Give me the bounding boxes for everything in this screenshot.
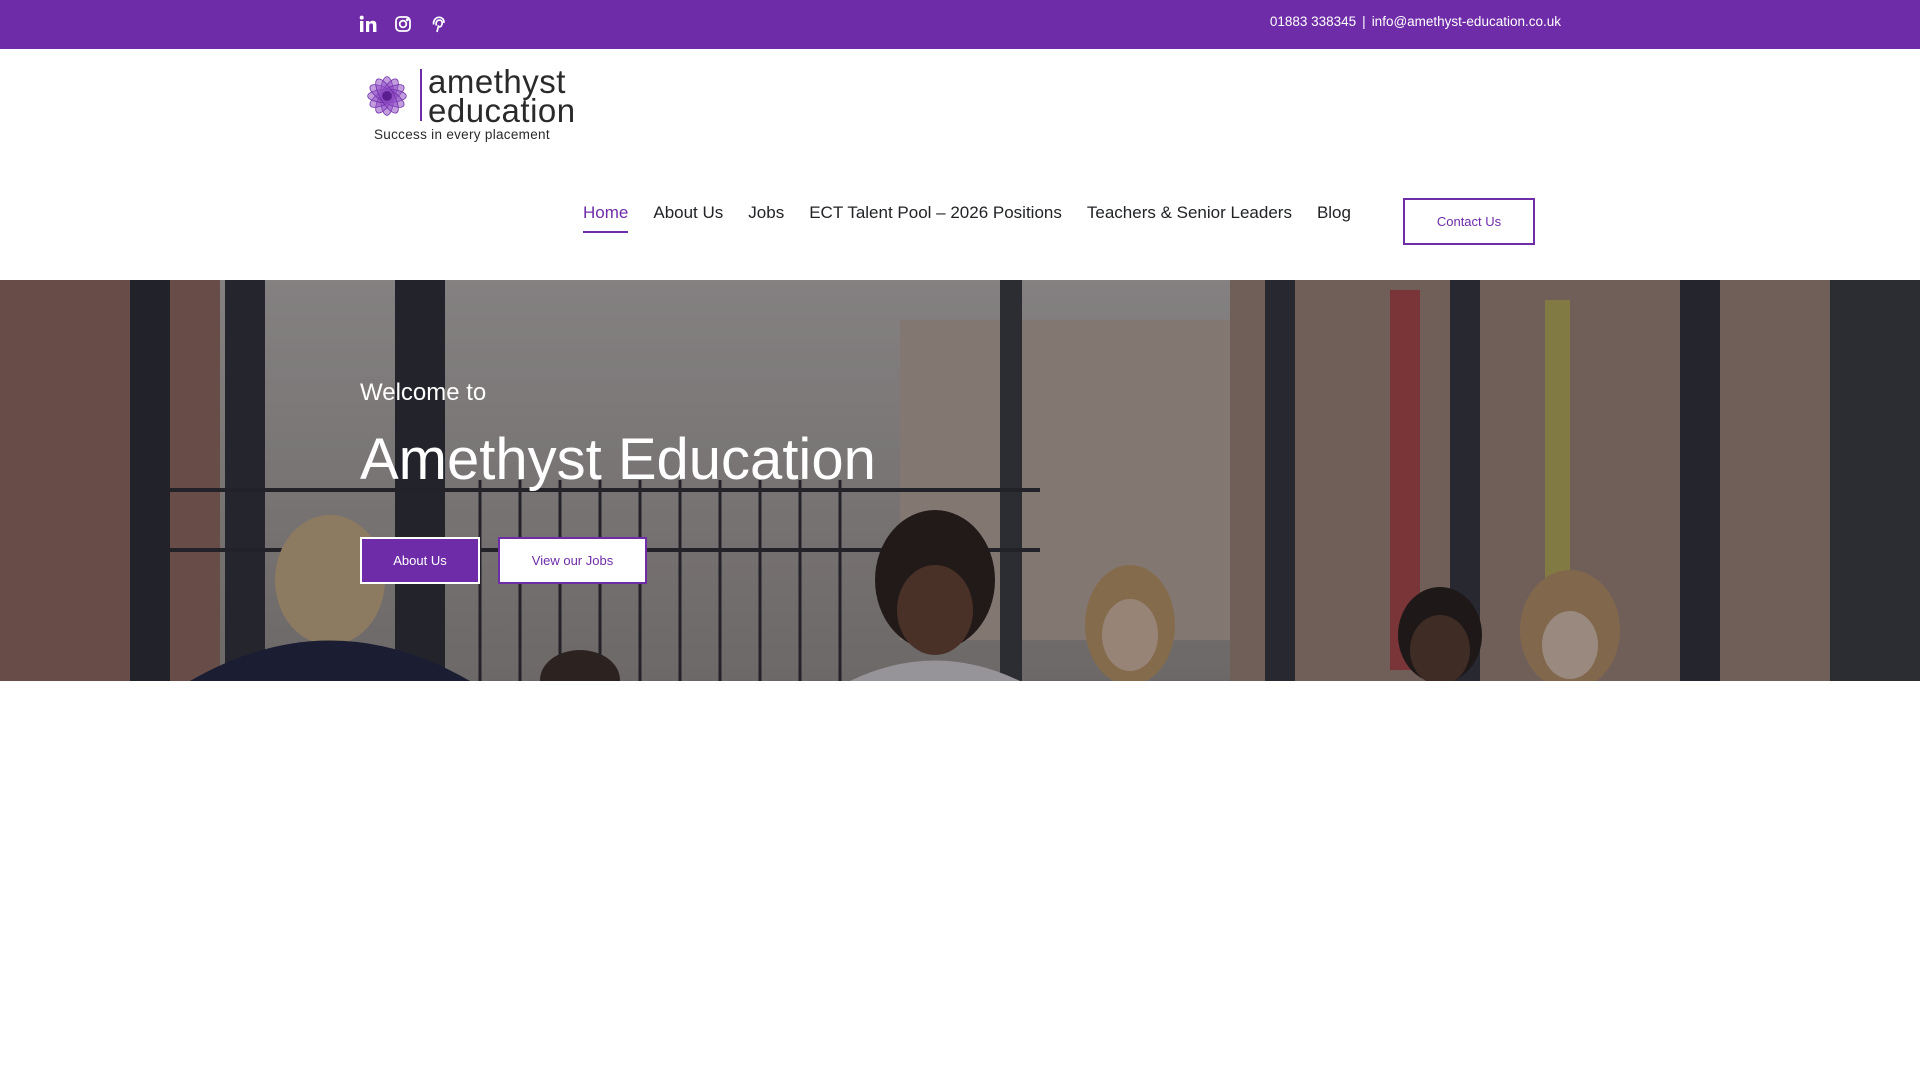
- nav-ect-talent-pool[interactable]: ECT Talent Pool – 2026 Positions: [809, 203, 1062, 233]
- nav-blog[interactable]: Blog: [1317, 203, 1351, 233]
- site-header: [0, 49, 1920, 280]
- logo-divider: [420, 69, 422, 121]
- email-link[interactable]: info@amethyst-education.co.uk: [1372, 14, 1561, 29]
- top-bar: 01883 338345 | info@amethyst-education.c…: [0, 0, 1920, 49]
- linkedin-icon[interactable]: [358, 14, 378, 34]
- main-nav: Home About Us Jobs ECT Talent Pool – 202…: [583, 198, 1376, 233]
- nav-jobs[interactable]: Jobs: [748, 203, 784, 233]
- logo-tagline: Success in every placement: [374, 127, 550, 142]
- social-links: [358, 14, 448, 34]
- view-jobs-button[interactable]: View our Jobs: [498, 537, 647, 584]
- separator: |: [1362, 14, 1366, 29]
- hero-title: Amethyst Education: [360, 427, 876, 492]
- nav-about-us[interactable]: About Us: [653, 203, 723, 233]
- about-us-button[interactable]: About Us: [360, 537, 480, 584]
- nav-teachers-senior-leaders[interactable]: Teachers & Senior Leaders: [1087, 203, 1292, 233]
- nav-home[interactable]: Home: [583, 203, 629, 233]
- contact-us-button[interactable]: Contact Us: [1403, 198, 1535, 245]
- pinterest-icon[interactable]: [428, 14, 448, 34]
- site-logo[interactable]: amethyst education Success in every plac…: [358, 65, 588, 149]
- hero-content: Welcome to Amethyst Education About Us V…: [360, 280, 1160, 681]
- hero-banner: Welcome to Amethyst Education About Us V…: [0, 280, 1920, 681]
- flower-logo-icon: [367, 76, 407, 116]
- logo-text-line2: education: [428, 92, 576, 129]
- phone-link[interactable]: 01883 338345: [1270, 14, 1356, 29]
- instagram-icon[interactable]: [393, 14, 413, 34]
- hero-pretitle: Welcome to: [360, 379, 487, 406]
- contact-info: 01883 338345 | info@amethyst-education.c…: [1270, 14, 1561, 29]
